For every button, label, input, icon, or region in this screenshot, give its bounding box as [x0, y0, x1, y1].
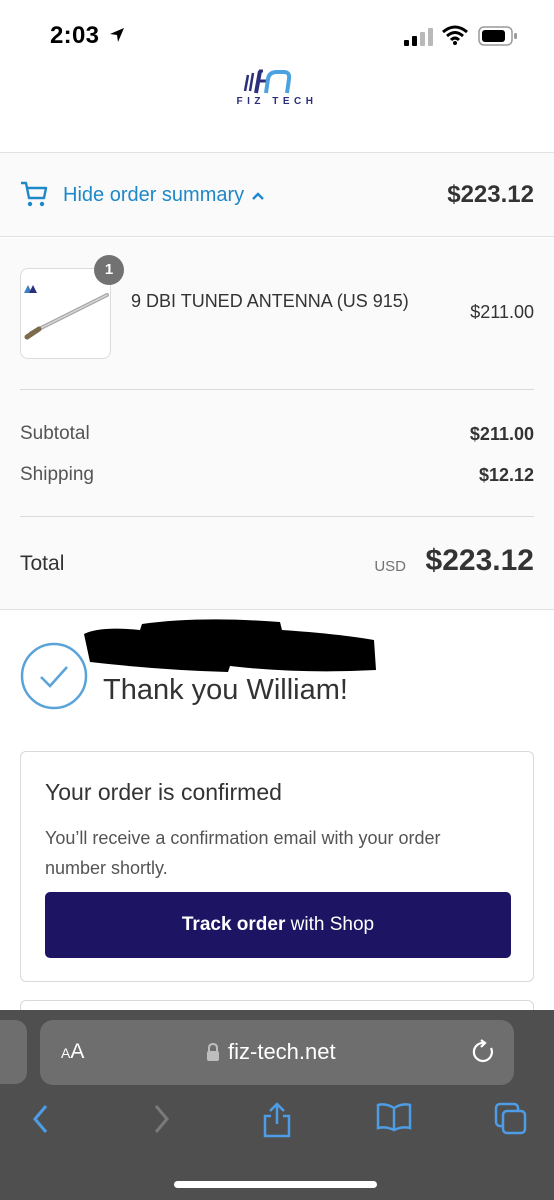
product-name: 9 DBI TUNED ANTENNA (US 915)	[131, 291, 409, 311]
quantity-badge: 1	[94, 255, 124, 285]
currency-code: USD	[374, 558, 406, 575]
product-thumbnail	[20, 268, 111, 359]
status-time: 2:03	[50, 22, 100, 49]
track-order-label: Track order	[181, 914, 286, 935]
subtotal-value: $211.00	[469, 424, 534, 444]
url-text: fiz-tech.net	[228, 1039, 336, 1064]
cart-icon	[21, 181, 48, 207]
status-bar: 2:03	[0, 0, 554, 62]
chevron-up-icon	[252, 192, 264, 200]
order-summary-toggle[interactable]: Hide order summary $223.12	[0, 153, 554, 237]
browser-toolbar: AA fiz-tech.net	[0, 1010, 554, 1200]
forward-icon[interactable]	[150, 1102, 172, 1136]
cellular-signal-icon	[404, 28, 433, 46]
order-confirmed-title: Your order is confirmed	[45, 779, 282, 805]
share-icon[interactable]	[261, 1102, 293, 1138]
lock-icon	[207, 1042, 219, 1061]
divider	[20, 389, 534, 390]
aa-small-letter: A	[61, 1045, 71, 1061]
aa-large-letter: A	[70, 1040, 85, 1063]
total-label: Total	[20, 552, 65, 575]
shipping-value: $12.12	[478, 465, 534, 485]
confirmation-message: You’ll receive a confirmation email with…	[45, 828, 441, 878]
thank-you-heading: Thank you William!	[103, 674, 348, 706]
reload-icon[interactable]	[471, 1039, 497, 1065]
address-bar[interactable]: AA fiz-tech.net	[40, 1020, 514, 1085]
battery-icon	[478, 26, 517, 46]
divider	[20, 516, 534, 517]
text-size-button[interactable]: AA	[61, 1040, 84, 1064]
logo-text: FIZ TECH	[236, 96, 318, 107]
back-icon[interactable]	[30, 1102, 52, 1136]
previous-tab-preview[interactable]	[0, 1020, 27, 1084]
location-arrow-icon	[110, 28, 124, 42]
order-summary-panel: 1 9 DBI TUNED ANTENNA (US 915) $211.00 S…	[0, 238, 554, 610]
product-price: $211.00	[470, 302, 534, 322]
check-circle-icon	[20, 642, 88, 710]
antenna-image-icon	[24, 285, 109, 340]
redaction-mark	[84, 619, 376, 672]
tabs-icon[interactable]	[494, 1102, 528, 1136]
total-value: $223.12	[425, 544, 534, 577]
wifi-icon	[442, 25, 468, 45]
track-order-button[interactable]: Track order with Shop	[45, 892, 511, 958]
order-confirmed-card: Your order is confirmed You’ll receive a…	[20, 751, 534, 982]
store-header: FIZ TECH	[0, 62, 554, 153]
home-indicator	[174, 1181, 377, 1188]
order-total-header: $223.12	[447, 181, 534, 208]
shipping-label: Shipping	[20, 464, 94, 485]
with-shop-label: with Shop	[285, 914, 375, 935]
hide-order-summary-label: Hide order summary	[63, 184, 245, 206]
fiz-tech-logo-icon[interactable]	[242, 65, 312, 97]
subtotal-label: Subtotal	[20, 423, 90, 444]
bookmarks-icon[interactable]	[376, 1102, 412, 1132]
